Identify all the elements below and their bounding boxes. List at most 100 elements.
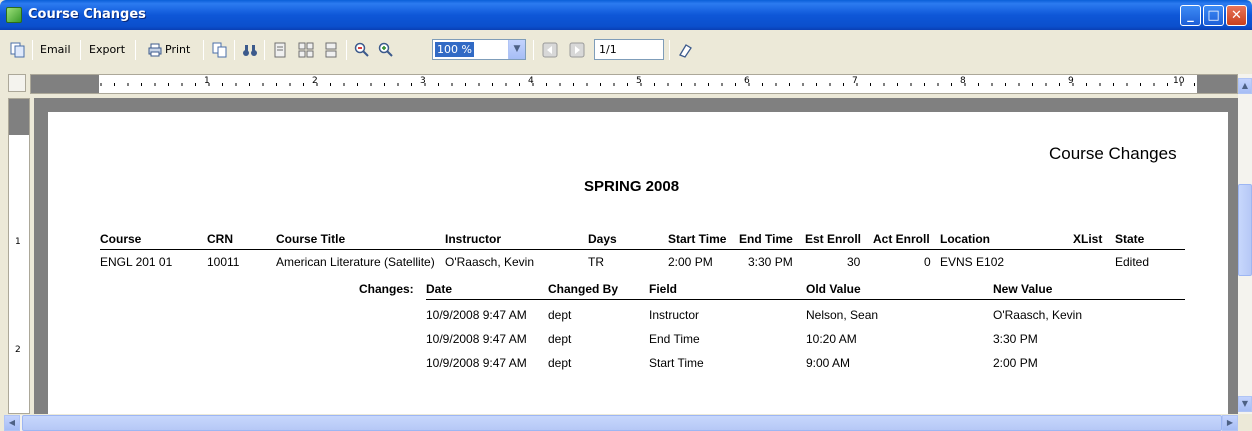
ruler-mark: 8 <box>960 76 966 86</box>
ruler-mark: 3 <box>420 76 426 86</box>
header-xlist: XList <box>1073 232 1103 246</box>
next-page-icon[interactable] <box>569 42 585 58</box>
header-end-time: End Time <box>739 232 793 246</box>
window-title: Course Changes <box>28 7 146 22</box>
email-button[interactable]: Email <box>40 40 71 60</box>
ruler-margin-top <box>9 99 29 135</box>
scroll-up-icon[interactable]: ▲ <box>1238 78 1252 94</box>
zoom-out-icon[interactable] <box>354 42 370 58</box>
ruler-mark: 1 <box>204 76 210 86</box>
copy-icon[interactable] <box>212 42 228 58</box>
ruler-mark: 10 <box>1173 76 1185 86</box>
change-header-changed-by: Changed By <box>548 282 619 296</box>
minimize-button[interactable]: _ <box>1180 5 1201 26</box>
toolbar: Email Export Print 100 % ▼ 1/1 <box>0 30 1252 72</box>
change-header-old-value: Old Value <box>806 282 861 296</box>
row-location: EVNS E102 <box>940 255 1005 269</box>
changes-label: Changes: <box>359 282 414 296</box>
zoom-value: 100 % <box>435 42 474 57</box>
printer-icon[interactable] <box>147 42 163 58</box>
change-header-field: Field <box>649 282 678 296</box>
report-page: Course Changes SPRING 2008 Course CRN Co… <box>48 112 1228 414</box>
vertical-ruler: 1 2 <box>8 98 30 414</box>
row-course-title: American Literature (Satellite) <box>276 255 435 269</box>
change-old-value: 10:20 AM <box>806 332 857 346</box>
change-date: 10/9/2008 9:47 AM <box>426 308 527 322</box>
header-est-enroll: Est Enroll <box>805 232 862 246</box>
close-button[interactable]: ✕ <box>1226 5 1247 26</box>
title-bar: Course Changes _ □ ✕ <box>0 0 1252 30</box>
header-course-title: Course Title <box>276 232 346 246</box>
change-header-date: Date <box>426 282 453 296</box>
change-new-value: O'Raasch, Kevin <box>993 308 1082 322</box>
header-course: Course <box>100 232 142 246</box>
change-new-value: 3:30 PM <box>993 332 1038 346</box>
export-button[interactable]: Export <box>89 40 125 60</box>
eraser-icon[interactable] <box>677 42 693 58</box>
binoculars-icon[interactable] <box>242 42 258 58</box>
vertical-scrollbar[interactable]: ▲ ▼ <box>1238 74 1252 414</box>
close-icon: ✕ <box>1231 8 1242 23</box>
zoom-in-icon[interactable] <box>378 42 394 58</box>
header-rule <box>100 249 1185 250</box>
change-new-value: 2:00 PM <box>993 356 1038 370</box>
scroll-left-icon[interactable]: ◀ <box>4 415 20 431</box>
ruler-mark: 2 <box>312 76 318 86</box>
vertical-scroll-thumb[interactable] <box>1238 184 1252 276</box>
row-state: Edited <box>1115 255 1150 269</box>
row-act-enroll: 0 <box>924 255 931 269</box>
change-by: dept <box>548 308 572 322</box>
horizontal-scroll-thumb[interactable] <box>22 415 1222 431</box>
single-page-icon[interactable] <box>272 42 288 58</box>
row-end-time: 3:30 PM <box>748 255 793 269</box>
page-number-field[interactable]: 1/1 <box>594 39 664 60</box>
ruler-ticks <box>100 83 1195 86</box>
row-est-enroll: 30 <box>847 255 861 269</box>
maximize-icon: □ <box>1207 8 1220 23</box>
header-start-time: Start Time <box>668 232 727 246</box>
ruler-mark: 5 <box>636 76 642 86</box>
header-instructor: Instructor <box>445 232 502 246</box>
ruler-mark: 7 <box>852 76 858 86</box>
ruler-mark: 1 <box>15 237 21 247</box>
scroll-right-icon[interactable]: ▶ <box>1222 415 1238 431</box>
ruler-margin-left <box>31 75 99 93</box>
ruler-corner <box>8 74 26 92</box>
scroll-down-icon[interactable]: ▼ <box>1238 396 1252 412</box>
change-date: 10/9/2008 9:47 AM <box>426 356 527 370</box>
term-heading: SPRING 2008 <box>584 178 680 195</box>
minimize-icon: _ <box>1187 8 1194 23</box>
change-field: Start Time <box>649 356 704 370</box>
horizontal-ruler: 1 2 3 4 5 6 7 8 9 10 <box>30 74 1238 94</box>
maximize-button[interactable]: □ <box>1203 5 1224 26</box>
ruler-mark: 6 <box>744 76 750 86</box>
change-header-new-value: New Value <box>993 282 1053 296</box>
zoom-select[interactable]: 100 % ▼ <box>432 39 526 60</box>
row-instructor: O'Raasch, Kevin <box>445 255 534 269</box>
ruler-margin-right <box>1197 75 1237 93</box>
copy-report-icon[interactable] <box>10 42 26 58</box>
change-by: dept <box>548 332 572 346</box>
change-field: Instructor <box>649 308 700 322</box>
ruler-mark: 4 <box>528 76 534 86</box>
row-crn: 10011 <box>207 255 240 269</box>
changes-header-rule <box>426 299 1185 300</box>
multi-page-icon[interactable] <box>298 42 314 58</box>
ruler-mark: 9 <box>1068 76 1074 86</box>
print-button[interactable]: Print <box>165 40 190 60</box>
header-crn: CRN <box>207 232 233 246</box>
ruler-mark: 2 <box>15 345 21 355</box>
app-icon <box>6 7 22 23</box>
header-state: State <box>1115 232 1145 246</box>
header-location: Location <box>940 232 990 246</box>
change-field: End Time <box>649 332 700 346</box>
previous-page-icon[interactable] <box>542 42 558 58</box>
horizontal-scrollbar[interactable]: ◀ ▶ <box>4 415 1238 431</box>
change-date: 10/9/2008 9:47 AM <box>426 332 527 346</box>
continuous-page-icon[interactable] <box>323 42 339 58</box>
row-days: TR <box>588 255 604 269</box>
header-act-enroll: Act Enroll <box>873 232 930 246</box>
preview-canvas: Course Changes SPRING 2008 Course CRN Co… <box>34 98 1238 414</box>
change-old-value: 9:00 AM <box>806 356 851 370</box>
chevron-down-icon[interactable]: ▼ <box>508 40 525 59</box>
